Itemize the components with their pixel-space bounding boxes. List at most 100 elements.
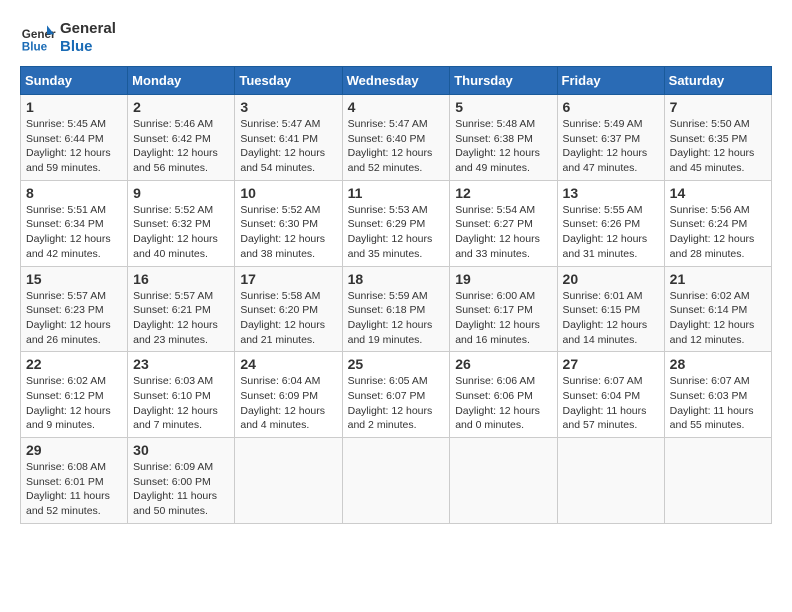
day-info: Sunrise: 5:57 AM Sunset: 6:21 PM Dayligh… [133,289,229,348]
day-info: Sunrise: 5:45 AM Sunset: 6:44 PM Dayligh… [26,117,122,176]
day-cell: 17Sunrise: 5:58 AM Sunset: 6:20 PM Dayli… [235,266,342,352]
day-number: 26 [455,356,551,372]
day-cell: 6 Sunrise: 5:49 AM Sunset: 6:37 PM Daylig… [557,95,664,181]
day-number: 19 [455,271,551,287]
day-cell: 23 Sunrise: 6:03 AM Sunset: 6:10 PM Dayli… [128,352,235,438]
day-cell: 28 Sunrise: 6:07 AM Sunset: 6:03 PM Dayli… [664,352,771,438]
day-info: Sunrise: 6:06 AM Sunset: 6:06 PM Dayligh… [455,374,551,433]
day-number: 28 [670,356,766,372]
day-cell: 3Sunrise: 5:47 AM Sunset: 6:41 PM Daylig… [235,95,342,181]
svg-text:General: General [22,28,56,41]
day-number: 27 [563,356,659,372]
day-number: 18 [348,271,445,287]
day-info: Sunrise: 5:46 AM Sunset: 6:42 PM Dayligh… [133,117,229,176]
day-info: Sunrise: 6:04 AM Sunset: 6:09 PM Dayligh… [240,374,336,433]
day-number: 22 [26,356,122,372]
day-cell: 25Sunrise: 6:05 AM Sunset: 6:07 PM Dayli… [342,352,450,438]
day-cell [235,438,342,524]
day-cell: 21 Sunrise: 6:02 AM Sunset: 6:14 PM Dayli… [664,266,771,352]
day-number: 4 [348,99,445,115]
day-cell: 16 Sunrise: 5:57 AM Sunset: 6:21 PM Dayli… [128,266,235,352]
day-info: Sunrise: 6:05 AM Sunset: 6:07 PM Dayligh… [348,374,445,433]
day-number: 6 [563,99,659,115]
col-header-monday: Monday [128,67,235,95]
day-number: 16 [133,271,229,287]
day-cell: 27 Sunrise: 6:07 AM Sunset: 6:04 PM Dayli… [557,352,664,438]
day-cell: 26 Sunrise: 6:06 AM Sunset: 6:06 PM Dayli… [450,352,557,438]
day-cell: 9 Sunrise: 5:52 AM Sunset: 6:32 PM Daylig… [128,180,235,266]
day-info: Sunrise: 5:56 AM Sunset: 6:24 PM Dayligh… [670,203,766,262]
logo-icon: General Blue [20,20,56,56]
day-number: 2 [133,99,229,115]
day-cell [450,438,557,524]
day-cell: 10 Sunrise: 5:52 AM Sunset: 6:30 PM Dayli… [235,180,342,266]
day-number: 8 [26,185,122,201]
day-number: 12 [455,185,551,201]
logo-general: General [60,20,116,38]
day-cell: 4 Sunrise: 5:47 AM Sunset: 6:40 PM Daylig… [342,95,450,181]
col-header-sunday: Sunday [21,67,128,95]
col-header-saturday: Saturday [664,67,771,95]
day-cell [557,438,664,524]
day-number: 20 [563,271,659,287]
day-number: 21 [670,271,766,287]
day-info: Sunrise: 6:00 AM Sunset: 6:17 PM Dayligh… [455,289,551,348]
day-info: Sunrise: 6:01 AM Sunset: 6:15 PM Dayligh… [563,289,659,348]
day-info: Sunrise: 6:02 AM Sunset: 6:14 PM Dayligh… [670,289,766,348]
day-info: Sunrise: 5:47 AM Sunset: 6:41 PM Dayligh… [240,117,336,176]
day-cell: 5 Sunrise: 5:48 AM Sunset: 6:38 PM Daylig… [450,95,557,181]
day-info: Sunrise: 6:03 AM Sunset: 6:10 PM Dayligh… [133,374,229,433]
day-number: 5 [455,99,551,115]
day-info: Sunrise: 5:59 AM Sunset: 6:18 PM Dayligh… [348,289,445,348]
week-row-2: 8 Sunrise: 5:51 AM Sunset: 6:34 PM Daylig… [21,180,772,266]
col-header-thursday: Thursday [450,67,557,95]
day-cell: 1 Sunrise: 5:45 AM Sunset: 6:44 PM Daylig… [21,95,128,181]
day-number: 29 [26,442,122,458]
day-number: 23 [133,356,229,372]
day-info: Sunrise: 6:09 AM Sunset: 6:00 PM Dayligh… [133,460,229,519]
day-info: Sunrise: 5:51 AM Sunset: 6:34 PM Dayligh… [26,203,122,262]
week-row-1: 1 Sunrise: 5:45 AM Sunset: 6:44 PM Daylig… [21,95,772,181]
day-number: 1 [26,99,122,115]
day-cell: 20 Sunrise: 6:01 AM Sunset: 6:15 PM Dayli… [557,266,664,352]
day-info: Sunrise: 5:52 AM Sunset: 6:30 PM Dayligh… [240,203,336,262]
day-number: 24 [240,356,336,372]
day-number: 30 [133,442,229,458]
day-cell: 14 Sunrise: 5:56 AM Sunset: 6:24 PM Dayli… [664,180,771,266]
week-row-5: 29Sunrise: 6:08 AM Sunset: 6:01 PM Dayli… [21,438,772,524]
logo: General Blue General Blue [20,20,116,56]
day-cell: 22 Sunrise: 6:02 AM Sunset: 6:12 PM Dayli… [21,352,128,438]
col-header-tuesday: Tuesday [235,67,342,95]
day-info: Sunrise: 6:07 AM Sunset: 6:03 PM Dayligh… [670,374,766,433]
day-info: Sunrise: 5:54 AM Sunset: 6:27 PM Dayligh… [455,203,551,262]
day-info: Sunrise: 5:57 AM Sunset: 6:23 PM Dayligh… [26,289,122,348]
day-info: Sunrise: 5:55 AM Sunset: 6:26 PM Dayligh… [563,203,659,262]
col-header-friday: Friday [557,67,664,95]
day-cell [664,438,771,524]
col-header-wednesday: Wednesday [342,67,450,95]
day-cell: 24 Sunrise: 6:04 AM Sunset: 6:09 PM Dayli… [235,352,342,438]
day-cell: 12 Sunrise: 5:54 AM Sunset: 6:27 PM Dayli… [450,180,557,266]
day-info: Sunrise: 5:47 AM Sunset: 6:40 PM Dayligh… [348,117,445,176]
day-cell: 11Sunrise: 5:53 AM Sunset: 6:29 PM Dayli… [342,180,450,266]
day-number: 13 [563,185,659,201]
day-cell: 15 Sunrise: 5:57 AM Sunset: 6:23 PM Dayli… [21,266,128,352]
day-number: 9 [133,185,229,201]
day-info: Sunrise: 5:48 AM Sunset: 6:38 PM Dayligh… [455,117,551,176]
day-cell: 18 Sunrise: 5:59 AM Sunset: 6:18 PM Dayli… [342,266,450,352]
day-cell: 30 Sunrise: 6:09 AM Sunset: 6:00 PM Dayli… [128,438,235,524]
day-number: 15 [26,271,122,287]
calendar-header: SundayMondayTuesdayWednesdayThursdayFrid… [21,67,772,95]
day-number: 14 [670,185,766,201]
day-info: Sunrise: 5:50 AM Sunset: 6:35 PM Dayligh… [670,117,766,176]
day-info: Sunrise: 5:53 AM Sunset: 6:29 PM Dayligh… [348,203,445,262]
day-cell: 7Sunrise: 5:50 AM Sunset: 6:35 PM Daylig… [664,95,771,181]
day-number: 10 [240,185,336,201]
day-number: 17 [240,271,336,287]
day-info: Sunrise: 6:02 AM Sunset: 6:12 PM Dayligh… [26,374,122,433]
day-cell: 29Sunrise: 6:08 AM Sunset: 6:01 PM Dayli… [21,438,128,524]
day-info: Sunrise: 5:49 AM Sunset: 6:37 PM Dayligh… [563,117,659,176]
day-info: Sunrise: 6:07 AM Sunset: 6:04 PM Dayligh… [563,374,659,433]
week-row-4: 22 Sunrise: 6:02 AM Sunset: 6:12 PM Dayli… [21,352,772,438]
day-info: Sunrise: 5:52 AM Sunset: 6:32 PM Dayligh… [133,203,229,262]
